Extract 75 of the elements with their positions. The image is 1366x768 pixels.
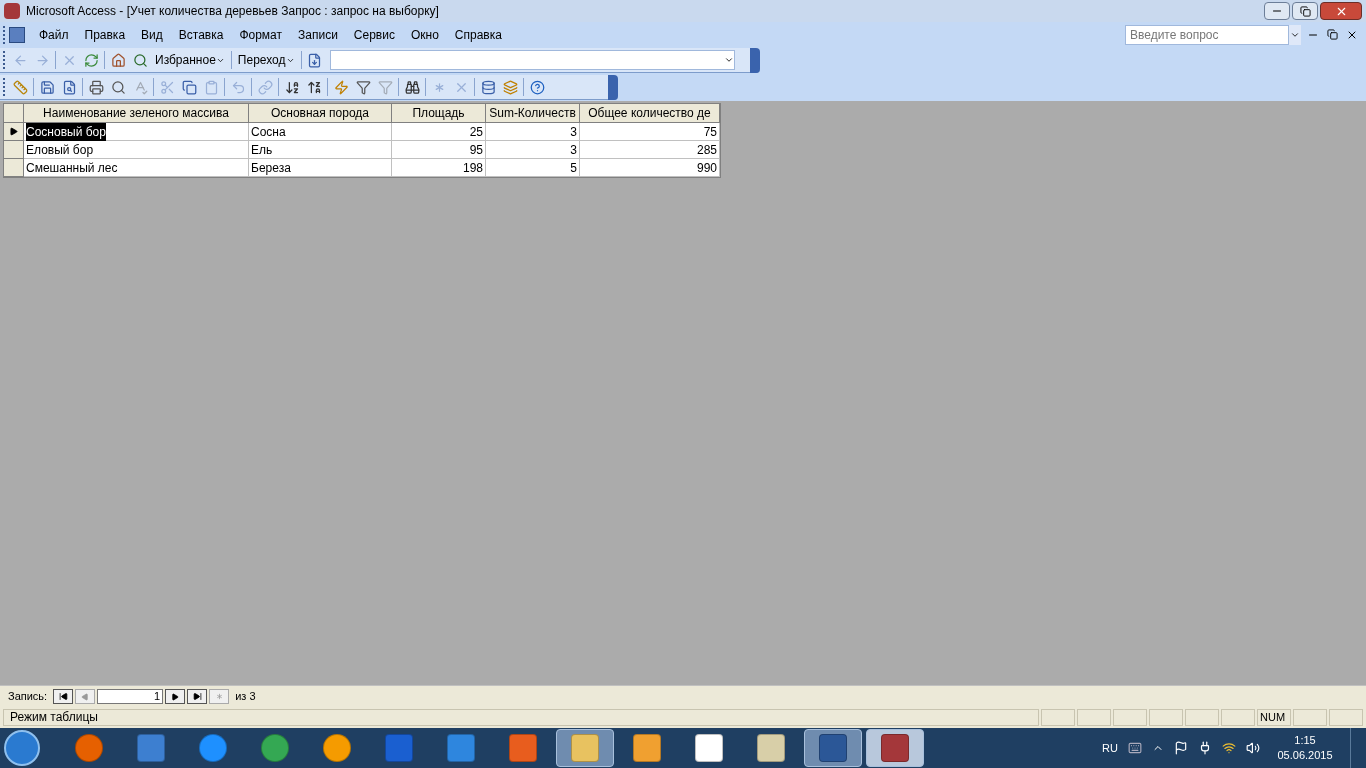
column-header[interactable]: Sum-Количеств: [486, 104, 580, 123]
table-cell-text: 95: [469, 141, 483, 159]
last-icon: [192, 692, 202, 701]
restore-icon[interactable]: [1327, 29, 1338, 40]
current-record-icon: [9, 127, 18, 136]
table-cell-text: 5: [570, 159, 577, 177]
table-cell-text: Сосна: [251, 123, 286, 141]
status-pane: [1077, 709, 1111, 726]
last-record-button[interactable]: [187, 689, 208, 704]
previous-icon: [81, 692, 90, 701]
menu-item[interactable]: Сервис: [345, 25, 403, 44]
next-icon: [171, 692, 180, 701]
caret-icon: [723, 55, 734, 65]
status-pane: [1149, 709, 1183, 726]
menu-item[interactable]: Окно: [402, 25, 447, 44]
table-cell-text: 75: [703, 123, 717, 141]
taskbar-app-button[interactable]: [866, 729, 924, 767]
table-cell-text: 25: [469, 123, 483, 141]
status-pane: [1185, 709, 1219, 726]
minimize-button[interactable]: [1264, 2, 1290, 20]
table-cell-text: 3: [570, 141, 577, 159]
menu-item[interactable]: Вставка: [170, 25, 232, 44]
table-cell-text: Береза: [251, 159, 291, 177]
menu-item[interactable]: Справка: [446, 25, 510, 44]
help-search-field[interactable]: Введите вопрос: [1125, 24, 1289, 45]
column-header[interactable]: Площадь: [392, 104, 486, 123]
close-button[interactable]: [1320, 2, 1362, 20]
restore-button[interactable]: [1292, 2, 1318, 20]
window-title: Microsoft Access - [Учет количества деревьев Запрос : запрос на выборку]: [26, 3, 439, 20]
table-cell-text: Ель: [251, 141, 273, 159]
address-field[interactable]: [329, 50, 735, 70]
record-count-text: из 3: [235, 689, 256, 705]
keyboard-icon[interactable]: [1128, 741, 1142, 755]
status-pane: [1113, 709, 1147, 726]
menu-item[interactable]: Формат: [231, 25, 291, 44]
column-header[interactable]: Общее количество де: [580, 104, 720, 123]
first-record-button[interactable]: [53, 689, 74, 704]
volume-icon[interactable]: [1246, 741, 1260, 755]
new-record-icon: [214, 692, 224, 701]
access-key-icon: [4, 3, 20, 19]
table-cell-text: Еловый бор: [26, 141, 94, 159]
table-cell-text: 990: [696, 159, 717, 177]
clock[interactable]: 1:15 05.06.2015: [1270, 733, 1340, 763]
network-icon[interactable]: [1222, 741, 1236, 755]
power-icon[interactable]: [1198, 741, 1212, 755]
status-pane: [1221, 709, 1255, 726]
status-pane: [1041, 709, 1075, 726]
status-pane: [1329, 709, 1363, 726]
record-number-field[interactable]: 1: [97, 689, 164, 704]
record-selector[interactable]: [4, 123, 24, 141]
toolbar-options-icon[interactable]: [750, 47, 760, 73]
status-indicator: NUM: [1257, 709, 1291, 726]
language-indicator[interactable]: RU: [1102, 739, 1118, 757]
table-cell-text: Смешанный лес: [26, 159, 118, 177]
document-menu-icon[interactable]: [9, 26, 25, 43]
column-header[interactable]: Основная порода: [249, 104, 392, 123]
start-button[interactable]: [4, 730, 40, 766]
status-text: Режим таблицы: [3, 709, 1039, 726]
taskbar-app-button[interactable]: [804, 729, 862, 767]
table-cell-text: 285: [696, 141, 717, 159]
menu-item[interactable]: Записи: [290, 25, 346, 44]
favorites-menu[interactable]: Избранное: [151, 51, 229, 69]
first-icon: [58, 692, 68, 701]
action-center-icon[interactable]: [1174, 741, 1188, 755]
menu-item[interactable]: Файл: [31, 25, 77, 44]
status-pane: [1293, 709, 1327, 726]
restore-icon: [1299, 5, 1311, 17]
record-label: Запись:: [8, 689, 48, 705]
menu-item[interactable]: Правка: [76, 25, 134, 44]
table-cell-text: 3: [570, 123, 577, 141]
toolbar-options-icon[interactable]: [608, 74, 618, 100]
next-record-button[interactable]: [165, 689, 186, 704]
table-cell-text: 198: [462, 159, 483, 177]
menu-item[interactable]: Вид: [133, 25, 171, 44]
go-menu[interactable]: Переход: [233, 51, 299, 69]
